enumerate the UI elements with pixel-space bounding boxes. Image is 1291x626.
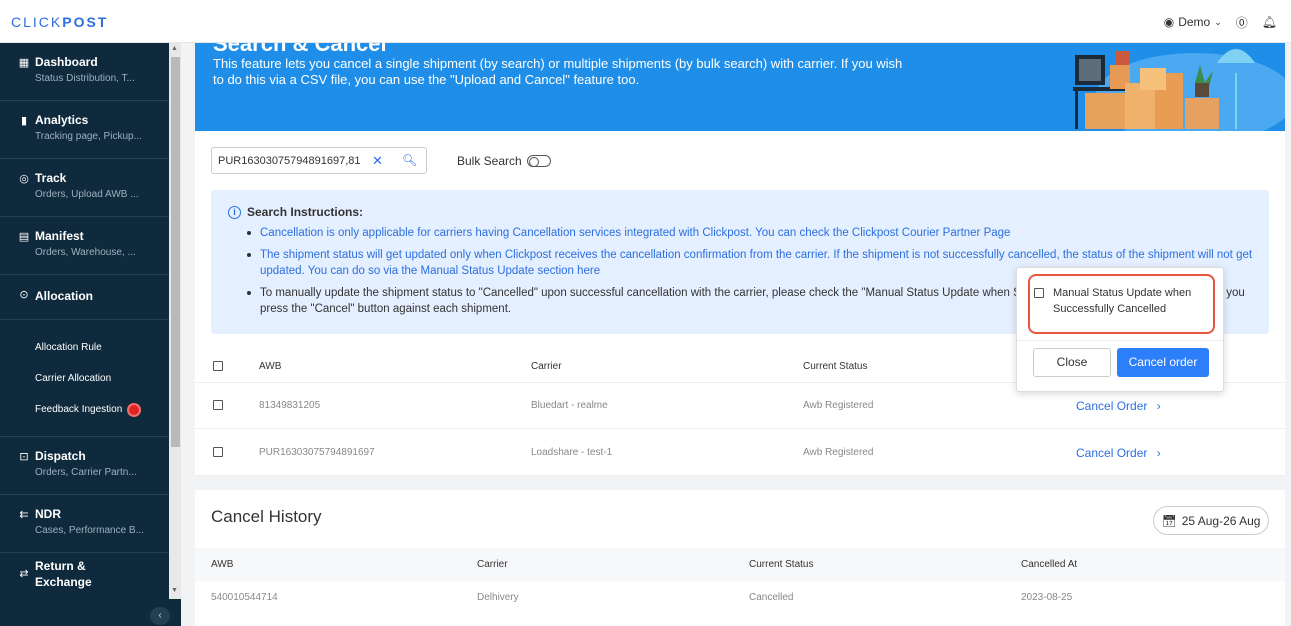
bell-icon[interactable]: 🔔︎	[1262, 15, 1277, 29]
row-checkbox[interactable]	[213, 447, 223, 457]
cancel-confirm-popup: Manual Status Update when Successfully C…	[1016, 267, 1224, 392]
calendar-icon: 📅︎	[1161, 513, 1177, 528]
user-menu[interactable]: ◉ Demo ⌄	[1164, 15, 1222, 29]
hero-banner: Search & Cancel This feature lets you ca…	[195, 43, 1285, 131]
manual-status-update-label[interactable]: Manual Status Update when Successfully C…	[1053, 285, 1208, 317]
page-description: This feature lets you cancel a single sh…	[213, 56, 903, 87]
search-input[interactable]: PUR16303075794891697,81 ✕ 🔍︎	[211, 147, 427, 174]
notification-dot	[129, 404, 140, 415]
sidebar-item-ndr[interactable]: ⇇ NDR Cases, Performance B...	[0, 495, 169, 553]
sidebar-item-track[interactable]: ◎ Track Orders, Upload AWB ...	[0, 159, 169, 217]
cancel-order-link[interactable]: Cancel Order ›	[1076, 399, 1161, 413]
sidebar-item-dispatch[interactable]: ⊡ Dispatch Orders, Carrier Partn...	[0, 437, 169, 495]
chevron-right-icon: ›	[1156, 446, 1161, 460]
search-icon[interactable]: 🔍︎	[402, 153, 417, 167]
divider	[1017, 340, 1223, 341]
manifest-icon: ▤	[18, 231, 30, 243]
close-button[interactable]: Close	[1033, 348, 1111, 377]
page-title: Search & Cancel	[213, 43, 387, 56]
row-checkbox[interactable]	[213, 400, 223, 410]
sidebar-item-manifest[interactable]: ▤ Manifest Orders, Warehouse, ...	[0, 217, 169, 275]
analytics-icon: ▮	[20, 115, 28, 127]
submenu-allocation-rule[interactable]: Allocation Rule	[35, 332, 169, 363]
table-row: 540010544714 Delhivery Cancelled 2023-08…	[211, 592, 1073, 603]
sidebar-scroll-thumb[interactable]	[171, 57, 180, 447]
sidebar-item-analytics[interactable]: ▮ Analytics Tracking page, Pickup...	[0, 101, 169, 159]
chevron-down-icon: ⌄	[1214, 16, 1222, 27]
submenu-feedback-ingestion[interactable]: Feedback Ingestion	[35, 394, 169, 425]
chevron-left-icon[interactable]: ‹	[150, 607, 170, 625]
top-bar: CLICKPOST ◉ Demo ⌄ ⓪ 🔔︎	[0, 0, 1291, 43]
toggle-switch[interactable]	[526, 155, 551, 167]
user-icon: ◉	[1163, 15, 1175, 29]
allocation-submenu: Allocation Rule Carrier Allocation Feedb…	[0, 319, 169, 437]
date-range-picker[interactable]: 📅︎ 25 Aug-26 Aug	[1153, 506, 1269, 535]
cancel-order-link[interactable]: Cancel Order ›	[1076, 446, 1161, 460]
scroll-down-arrow-icon[interactable]: ▼	[171, 587, 178, 594]
allocation-icon: ⊙	[19, 289, 29, 301]
instruction-item[interactable]: Cancellation is only applicable for carr…	[247, 225, 1255, 241]
help-icon[interactable]: ⓪	[1236, 14, 1248, 31]
boxes-illustration	[1073, 49, 1285, 131]
table-row: PUR16303075794891697 Loadshare - test-1 …	[195, 430, 1285, 476]
manual-status-update-checkbox[interactable]	[1034, 288, 1044, 298]
ndr-icon: ⇇	[19, 509, 29, 521]
sidebar: ▦ Dashboard Status Distribution, T... ▮ …	[0, 43, 169, 626]
clear-icon[interactable]: ✕	[372, 153, 383, 169]
sidebar-item-dashboard[interactable]: ▦ Dashboard Status Distribution, T...	[0, 43, 169, 101]
cancel-history-card: Cancel History 📅︎ 25 Aug-26 Aug AWB Carri…	[195, 490, 1285, 626]
chevron-right-icon: ›	[1156, 399, 1161, 413]
return-icon: ⇄	[19, 568, 29, 580]
scroll-up-arrow-icon[interactable]: ▲	[171, 45, 178, 52]
dispatch-icon: ⊡	[19, 451, 29, 463]
location-icon: ◎	[19, 173, 29, 185]
info-icon: i	[228, 205, 241, 219]
section-title: Cancel History	[211, 507, 322, 526]
dashboard-icon: ▦	[18, 57, 30, 69]
select-all-checkbox[interactable]	[213, 361, 223, 371]
cancel-order-button[interactable]: Cancel order	[1117, 348, 1209, 377]
clickpost-logo[interactable]: CLICKPOST	[11, 14, 108, 30]
bulk-search-toggle[interactable]: Bulk Search	[457, 154, 551, 168]
submenu-carrier-allocation[interactable]: Carrier Allocation	[35, 363, 169, 394]
history-table-header: AWB Carrier Current Status Cancelled At	[195, 548, 1285, 581]
sidebar-item-allocation[interactable]: ⊙ Allocation	[0, 275, 169, 319]
